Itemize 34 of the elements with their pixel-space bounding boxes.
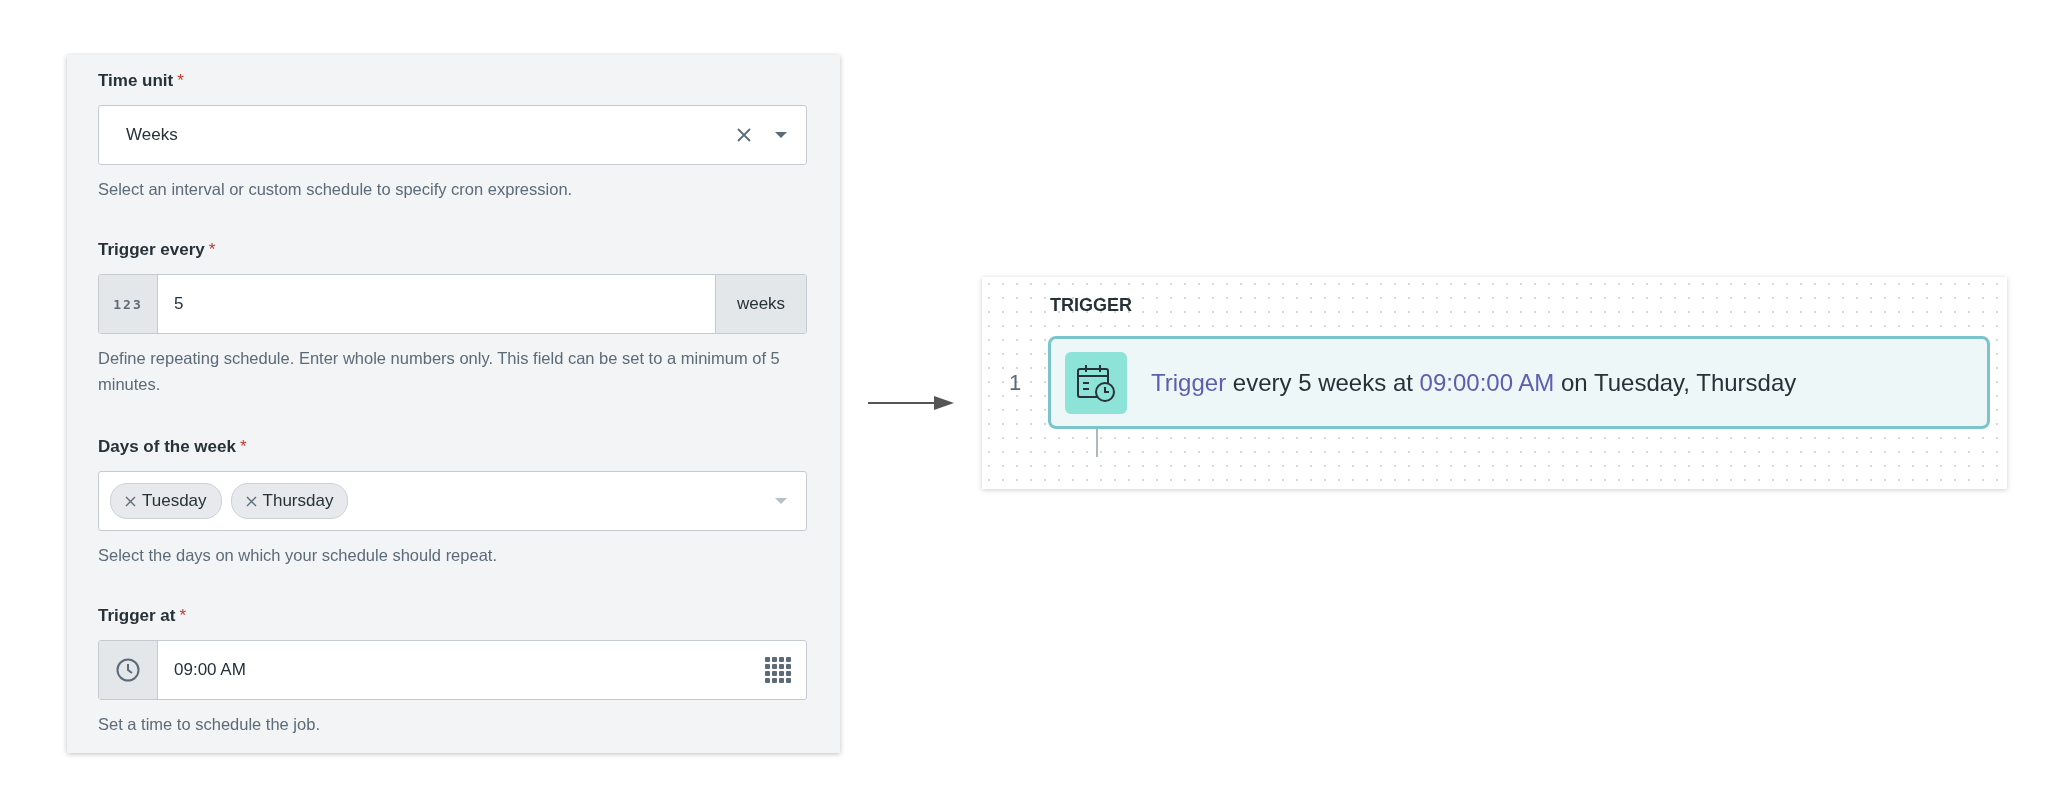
time-field[interactable]: 09:00 AM	[98, 640, 807, 700]
number-prefix: 123	[99, 275, 158, 333]
field-label: Trigger every *	[98, 240, 217, 260]
section-title: TRIGGER	[1050, 295, 1133, 316]
select-field[interactable]: Weeks	[98, 105, 807, 165]
multiselect-field[interactable]: Tuesday Thursday	[98, 471, 807, 531]
remove-icon[interactable]	[125, 495, 136, 507]
day-tag[interactable]: Thursday	[230, 483, 349, 519]
keypad-icon[interactable]	[764, 656, 792, 684]
field-value: 5	[173, 294, 185, 314]
caret-icon[interactable]	[774, 131, 788, 139]
number-field[interactable]: 123 5 weeks	[98, 274, 807, 334]
select-value: Weeks	[125, 125, 179, 145]
help-text: Define repeating schedule. Enter whole numbers only. This field can be set to a minimum of 5 minutes.	[98, 348, 781, 395]
required-mark: *	[177, 71, 184, 90]
required-mark: *	[179, 606, 187, 625]
field-label: Time unit *	[98, 71, 185, 91]
remove-icon[interactable]	[245, 495, 257, 507]
day-tag[interactable]: Tuesday	[110, 483, 222, 519]
arrow-icon	[868, 395, 954, 411]
step-number: 1	[1007, 369, 1023, 396]
field-label: Trigger at *	[98, 606, 188, 626]
field-label: Days of the week *	[98, 437, 248, 457]
trigger-node[interactable]: Trigger every 5 weeks at 09:00:00 AM on Tuesday, Thursday	[1048, 336, 1990, 429]
required-mark: *	[239, 437, 247, 456]
help-text: Set a time to schedule the job.	[98, 714, 321, 735]
required-mark: *	[208, 240, 216, 259]
clock-icon	[115, 657, 141, 683]
field-value: 09:00 AM	[173, 660, 247, 680]
trigger-description: Trigger every 5 weeks at 09:00:00 AM on Tuesday, Thursday	[1151, 368, 1797, 397]
help-text: Select an interval or custom schedule to specify cron expression.	[98, 179, 574, 200]
close-icon[interactable]	[736, 127, 752, 143]
unit-suffix: weeks	[715, 275, 806, 333]
help-text: Select the days on which your schedule should repeat.	[98, 545, 498, 566]
